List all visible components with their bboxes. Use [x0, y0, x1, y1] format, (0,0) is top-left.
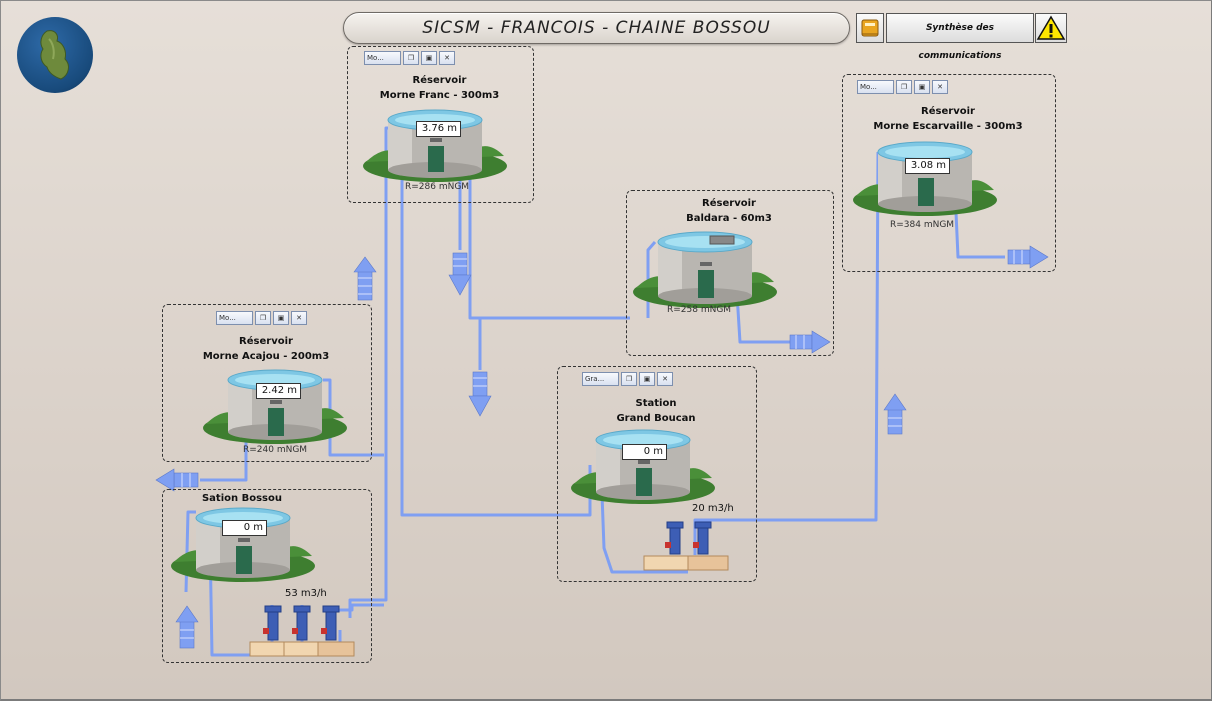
book-icon: [861, 19, 879, 37]
station-name: Grand Boucan: [616, 413, 696, 424]
reservoir-baldara-label: Réservoir Baldara - 60m3: [626, 196, 832, 226]
reservoir-name: Morne Escarvaille - 300m3: [873, 121, 1023, 132]
reservoir-tank-icon[interactable]: [630, 226, 780, 311]
window-controls-morne-franc[interactable]: Mo... ❐ ▣ ✕: [364, 51, 455, 65]
reservoir-type: Réservoir: [702, 198, 756, 209]
window-controls-morne-acajou[interactable]: Mo... ❐ ▣ ✕: [216, 311, 307, 325]
reservoir-morne-escarvaille-label: Réservoir Morne Escarvaille - 300m3: [842, 104, 1054, 134]
reservoir-tank-icon[interactable]: [360, 108, 510, 183]
reservoir-morne-franc-label: Réservoir Morne Franc - 300m3: [347, 73, 532, 103]
station-grand-boucan-label: Station Grand Boucan: [557, 396, 755, 426]
warning-icon: [1036, 15, 1066, 40]
level-readout-bossou: 0 m: [222, 520, 267, 536]
reservoir-tank-icon[interactable]: [850, 138, 1000, 218]
altitude-morne-franc: R=286 mNGM: [405, 182, 470, 192]
window-tab[interactable]: Mo...: [857, 80, 894, 94]
level-readout-morne-acajou: 2.42 m: [256, 383, 301, 399]
flow-rate-bossou: 53 m3/h: [285, 588, 327, 599]
altitude-morne-acajou: R=240 mNGM: [243, 445, 308, 455]
window-tab[interactable]: Mo...: [216, 311, 253, 325]
window-tab[interactable]: Gra...: [582, 372, 619, 386]
maximize-icon[interactable]: ▣: [273, 311, 289, 325]
close-icon[interactable]: ✕: [439, 51, 455, 65]
page-title: SICSM - FRANCOIS - CHAINE BOSSOU: [343, 12, 850, 44]
station-bossou-label: Sation Bossou: [201, 493, 282, 504]
close-icon[interactable]: ✕: [291, 311, 307, 325]
station-tank-icon[interactable]: [568, 428, 718, 506]
reservoir-tank-icon[interactable]: [200, 368, 350, 446]
maximize-icon[interactable]: ▣: [914, 80, 930, 94]
reservoir-name: Baldara - 60m3: [686, 213, 772, 224]
level-readout-morne-franc: 3.76 m: [416, 121, 461, 137]
reservoir-type: Réservoir: [921, 106, 975, 117]
station-tank-icon[interactable]: [168, 506, 318, 584]
reservoir-name: Morne Franc - 300m3: [379, 90, 500, 101]
maximize-icon[interactable]: ▣: [421, 51, 437, 65]
restore-icon[interactable]: ❐: [896, 80, 912, 94]
window-tab[interactable]: Mo...: [364, 51, 401, 65]
martinique-map-icon[interactable]: [17, 17, 93, 93]
reservoir-type: Réservoir: [239, 336, 293, 347]
restore-icon[interactable]: ❐: [255, 311, 271, 325]
window-controls-morne-escarvaille[interactable]: Mo... ❐ ▣ ✕: [857, 80, 948, 94]
flow-rate-grand-boucan: 20 m3/h: [692, 503, 734, 514]
warning-button[interactable]: [1035, 13, 1067, 43]
close-icon[interactable]: ✕: [932, 80, 948, 94]
synthese-communications-button[interactable]: Synthèse des communications: [886, 13, 1034, 61]
window-controls-grand-boucan[interactable]: Gra... ❐ ▣ ✕: [582, 372, 673, 386]
close-icon[interactable]: ✕: [657, 372, 673, 386]
level-readout-grand-boucan: 0 m: [622, 444, 667, 460]
reservoir-type: Réservoir: [412, 75, 467, 86]
level-readout-morne-escarvaille: 3.08 m: [905, 158, 950, 174]
pump-group-icon[interactable]: [640, 520, 740, 572]
reservoir-morne-acajou-label: Réservoir Morne Acajou - 200m3: [162, 334, 370, 364]
maximize-icon[interactable]: ▣: [639, 372, 655, 386]
reservoir-name: Morne Acajou - 200m3: [202, 351, 330, 362]
pump-group-icon[interactable]: [246, 604, 362, 658]
altitude-morne-escarvaille: R=384 mNGM: [890, 220, 955, 230]
restore-icon[interactable]: ❐: [403, 51, 419, 65]
restore-icon[interactable]: ❐: [621, 372, 637, 386]
book-button[interactable]: [856, 13, 884, 43]
station-type: Station: [635, 398, 677, 409]
altitude-baldara: R=258 mNGM: [667, 305, 732, 315]
